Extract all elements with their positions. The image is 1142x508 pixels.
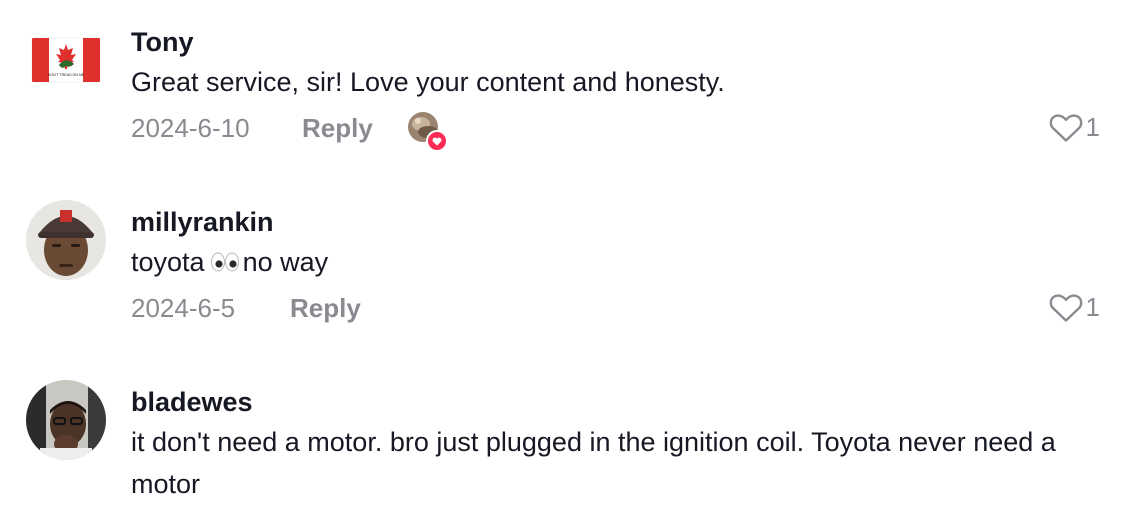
comment-text: it don't need a motor. bro just plugged …	[131, 427, 1056, 499]
comment-username[interactable]: millyrankin	[131, 207, 274, 238]
avatar[interactable]	[26, 380, 106, 460]
like-count: 1	[1085, 112, 1100, 142]
reply-button[interactable]: Reply	[290, 293, 361, 324]
creator-liked-avatar	[408, 112, 448, 152]
reply-button[interactable]: Reply	[302, 113, 373, 144]
comment-text: Great service, sir! Love your content an…	[131, 67, 725, 97]
comment-item: DON'T TREAD ON ME Tony Great service, si…	[0, 0, 1142, 170]
comment-date: 2024-6-10	[131, 113, 250, 143]
avatar[interactable]	[26, 200, 106, 280]
like-button[interactable]: 1	[1049, 112, 1100, 143]
comment-date: 2024-6-5	[131, 293, 236, 323]
like-button[interactable]: 1	[1049, 292, 1100, 323]
flag-caption: DON'T TREAD ON ME	[48, 73, 85, 77]
avatar[interactable]: DON'T TREAD ON ME	[26, 20, 106, 100]
comment-item: bladewes it don't need a motor. bro just…	[0, 360, 1142, 508]
comment-text-part: toyota	[131, 247, 205, 277]
user-photo	[26, 380, 106, 460]
canada-flag-image: DON'T TREAD ON ME	[26, 20, 106, 100]
like-count: 1	[1085, 292, 1100, 322]
heart-outline-icon	[1049, 293, 1082, 322]
comment-text-part: no way	[242, 247, 329, 277]
comment-username[interactable]: Tony	[131, 27, 194, 58]
heart-badge-icon	[426, 130, 448, 152]
heart-outline-icon	[1049, 113, 1082, 142]
comment-text: toyota no way	[131, 241, 1091, 285]
user-photo	[26, 200, 106, 280]
comment-item: millyrankin toyota no way 2024-6-5 Reply…	[0, 180, 1142, 350]
comment-username[interactable]: bladewes	[131, 387, 253, 418]
eyes-emoji-icon	[210, 243, 240, 285]
